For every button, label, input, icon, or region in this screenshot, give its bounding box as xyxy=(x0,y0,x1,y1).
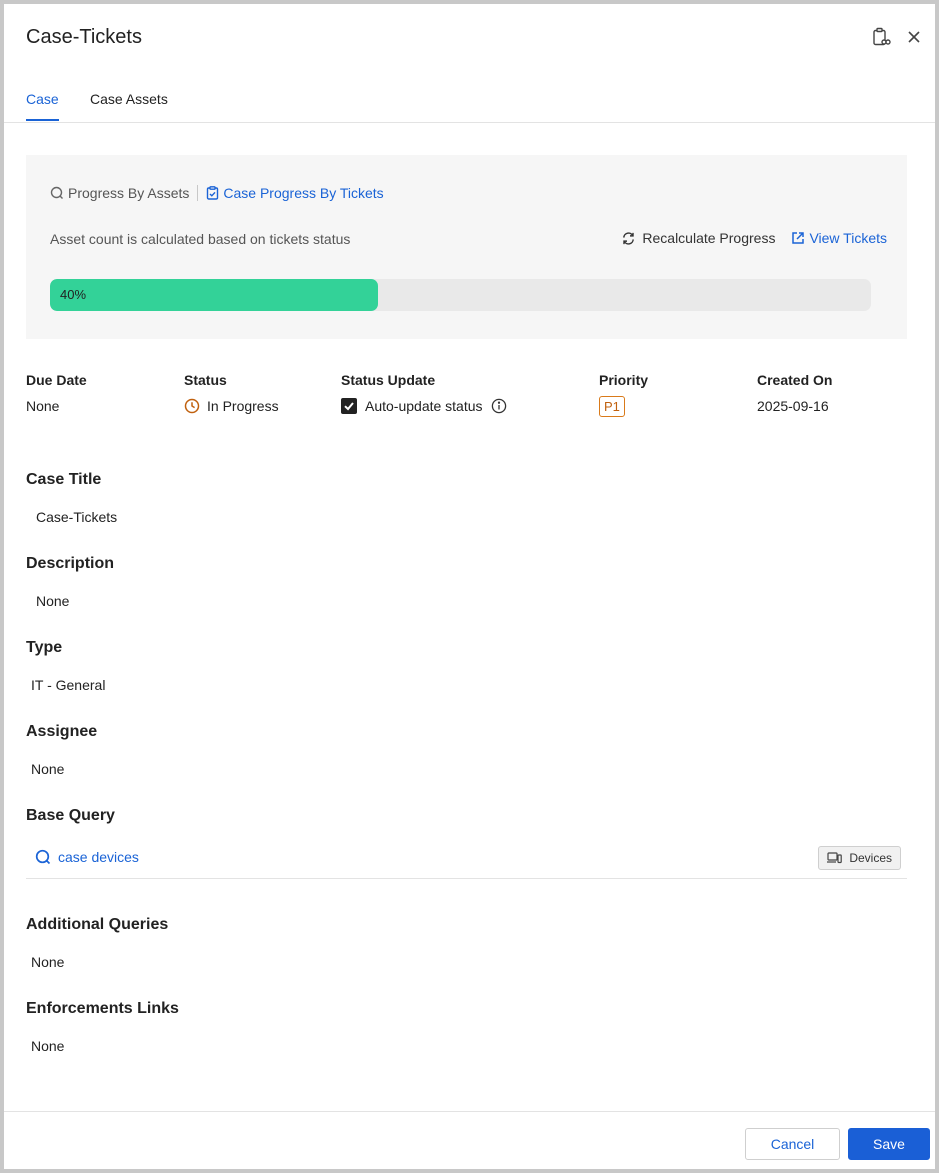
additional-queries-value: None xyxy=(31,954,65,970)
info-icon[interactable] xyxy=(491,398,507,414)
query-icon xyxy=(50,186,64,200)
auto-update-row: Auto-update status xyxy=(341,398,507,414)
progress-bar-fill xyxy=(50,279,379,311)
auto-update-label: Auto-update status xyxy=(365,398,483,414)
tab-case-assets[interactable]: Case Assets xyxy=(90,91,168,119)
dialog-title: Case-Tickets xyxy=(26,26,142,48)
created-on-field: Created On 2025-09-16 xyxy=(757,372,832,414)
tab-bar: Case Case Assets xyxy=(4,84,935,123)
progress-by-tickets-option[interactable]: Case Progress By Tickets xyxy=(223,185,383,201)
refresh-icon xyxy=(621,231,636,246)
clipboard-check-icon xyxy=(206,186,219,200)
due-date-value: None xyxy=(26,398,60,414)
created-on-value: 2025-09-16 xyxy=(757,398,829,414)
base-query-row: case devices Devices xyxy=(26,842,907,879)
tab-case[interactable]: Case xyxy=(26,91,59,121)
recalculate-progress-button[interactable]: Recalculate Progress xyxy=(621,230,775,246)
case-title-label: Case Title xyxy=(26,471,102,488)
priority-value-row: P1 xyxy=(599,396,648,417)
close-icon[interactable] xyxy=(903,26,925,48)
additional-queries-label: Additional Queries xyxy=(26,916,169,933)
created-on-label: Created On xyxy=(757,372,833,388)
status-text: In Progress xyxy=(207,398,279,414)
status-field: Status In Progress xyxy=(184,372,279,414)
auto-update-checkbox[interactable] xyxy=(341,398,357,414)
progress-percent: 40% xyxy=(60,287,87,302)
recalculate-progress-label: Recalculate Progress xyxy=(642,230,776,246)
status-value: In Progress xyxy=(184,398,279,414)
description-label: Description xyxy=(26,555,115,572)
due-date-field: Due Date None xyxy=(26,372,87,414)
enforcements-links-label: Enforcements Links xyxy=(26,1000,179,1017)
dialog-footer: Cancel Save xyxy=(4,1111,935,1169)
assignee-label: Assignee xyxy=(26,723,98,740)
devices-icon xyxy=(827,852,843,864)
case-dialog: Case-Tickets Case Case Assets Progress B… xyxy=(4,4,935,1169)
base-query-link[interactable]: case devices xyxy=(35,849,139,865)
external-link-icon xyxy=(791,231,805,245)
description-value: None xyxy=(36,593,70,609)
progress-description: Asset count is calculated based on ticke… xyxy=(50,231,351,247)
progress-panel: Progress By Assets Case Progress By Tick… xyxy=(26,155,907,339)
base-query-label: Base Query xyxy=(26,807,115,824)
due-date-label: Due Date xyxy=(26,372,87,388)
clipboard-link-icon[interactable] xyxy=(870,26,892,48)
progress-mode-toggle: Progress By Assets Case Progress By Tick… xyxy=(50,185,384,201)
cancel-button[interactable]: Cancel xyxy=(745,1128,840,1160)
query-icon xyxy=(35,849,51,865)
status-update-label: Status Update xyxy=(341,372,436,388)
view-tickets-label: View Tickets xyxy=(809,230,887,246)
enforcements-links-value: None xyxy=(31,1038,65,1054)
base-query-name: case devices xyxy=(58,849,139,865)
divider xyxy=(197,185,199,201)
progress-actions: Recalculate Progress View Tickets xyxy=(621,230,887,246)
type-label: Type xyxy=(26,639,63,656)
devices-chip: Devices xyxy=(818,846,901,870)
save-button[interactable]: Save xyxy=(848,1128,930,1160)
priority-badge: P1 xyxy=(599,396,625,417)
priority-label: Priority xyxy=(599,372,649,388)
progress-by-assets-option[interactable]: Progress By Assets xyxy=(68,185,189,201)
devices-chip-label: Devices xyxy=(849,851,892,865)
view-tickets-link[interactable]: View Tickets xyxy=(791,230,887,246)
status-update-field: Status Update Auto-update status xyxy=(341,372,507,414)
priority-field: Priority P1 xyxy=(599,372,648,417)
status-label: Status xyxy=(184,372,227,388)
progress-bar: 40% xyxy=(50,279,871,311)
dialog-header: Case-Tickets xyxy=(4,4,935,74)
type-value: IT - General xyxy=(31,677,106,693)
case-title-value: Case-Tickets xyxy=(36,509,118,525)
clock-icon xyxy=(184,398,200,414)
assignee-value: None xyxy=(31,761,65,777)
